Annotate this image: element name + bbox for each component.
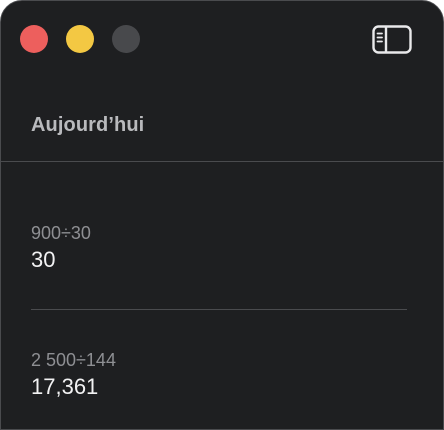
title-bar: [1, 1, 443, 81]
history-result: 30: [31, 247, 56, 272]
history-item[interactable]: 2 500÷144 17,361: [31, 349, 407, 401]
calculator-history-window: Aujourd’hui 900÷30 30 2 500÷144 17,361: [0, 0, 444, 430]
section-title-today: Aujourd’hui: [31, 114, 145, 136]
header-divider: [1, 161, 443, 162]
zoom-window-button[interactable]: [112, 25, 140, 53]
history-expression: 2 500÷144: [31, 350, 116, 370]
sidebar-toggle-button[interactable]: [372, 25, 412, 54]
minimize-window-button[interactable]: [66, 25, 94, 53]
close-window-button[interactable]: [20, 25, 48, 53]
history-expression: 900÷30: [31, 223, 91, 243]
sidebar-toggle-icon: [372, 25, 412, 54]
item-divider: [31, 309, 407, 310]
history-result: 17,361: [31, 374, 99, 399]
history-item[interactable]: 900÷30 30: [31, 222, 407, 274]
